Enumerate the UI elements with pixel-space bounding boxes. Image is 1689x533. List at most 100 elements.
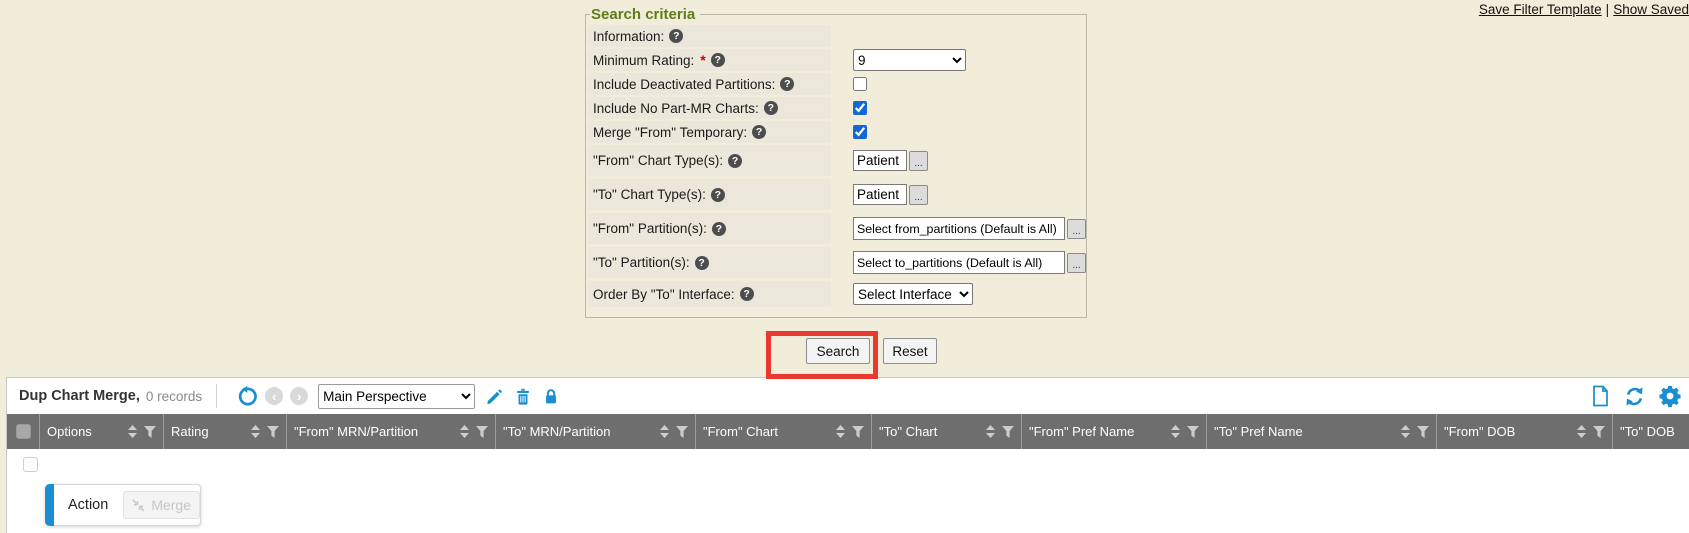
filter-icon[interactable] [1593,426,1605,438]
to-chart-types-label: "To" Chart Type(s): ? [588,179,831,210]
sort-icon[interactable] [986,425,995,438]
filter-icon[interactable] [144,426,156,438]
form-row-from-chart-types: "From" Chart Type(s): ? ... [588,145,1086,176]
field-label-text: "To" Chart Type(s): [593,187,706,202]
save-filter-template-link[interactable]: Save Filter Template [1479,2,1602,17]
show-saved-link[interactable]: Show Saved [1613,2,1689,17]
column-header-to-chart[interactable]: "To" Chart [872,414,1022,449]
include-no-part-mr-charts-label: Include No Part-MR Charts: ? [588,97,831,119]
column-label: "From" DOB [1444,424,1515,439]
help-icon[interactable]: ? [740,287,754,301]
help-icon[interactable]: ? [764,101,778,115]
filter-icon[interactable] [476,426,488,438]
to-chart-types-input[interactable] [853,184,907,205]
column-label: "From" Chart [703,424,778,439]
from-partitions-picker-button[interactable]: ... [1067,219,1086,239]
form-row-information: Information: ? [588,25,1086,47]
column-header-from-pref-name[interactable]: "From" Pref Name [1022,414,1207,449]
merge-icon [132,499,145,512]
form-row-include-no-part-mr-charts: Include No Part-MR Charts: ? [588,97,1086,119]
column-header-from-dob[interactable]: "From" DOB [1437,414,1613,449]
from-chart-types-label: "From" Chart Type(s): ? [588,145,831,176]
order-by-to-interface-select[interactable]: Select Interface [853,283,973,305]
sort-icon[interactable] [1401,425,1410,438]
sort-icon[interactable] [251,425,260,438]
minimum-rating-select[interactable]: 9 [853,49,966,71]
minimum-rating-label: Minimum Rating: * ? [588,49,831,71]
column-header-from-mrn-partition[interactable]: "From" MRN/Partition [287,414,496,449]
from-chart-types-input[interactable] [853,150,907,171]
form-row-minimum-rating: Minimum Rating: * ? 9 [588,49,1086,71]
help-icon[interactable]: ? [780,77,794,91]
select-all-checkbox[interactable] [16,424,31,439]
help-icon[interactable]: ? [711,188,725,202]
previous-page-icon[interactable]: ‹ [265,387,283,405]
column-header-to-pref-name[interactable]: "To" Pref Name [1207,414,1437,449]
filter-icon[interactable] [676,426,688,438]
reset-button[interactable]: Reset [883,338,937,364]
sort-icon[interactable] [1171,425,1180,438]
include-deactivated-partitions-label: Include Deactivated Partitions: ? [588,73,831,95]
refresh-icon[interactable] [1624,386,1645,407]
to-chart-types-picker-button[interactable]: ... [909,185,928,205]
sort-icon[interactable] [1577,425,1586,438]
help-icon[interactable]: ? [695,256,709,270]
search-button[interactable]: Search [806,338,870,364]
column-header-rating[interactable]: Rating [164,414,287,449]
lock-perspective-icon[interactable] [542,387,560,406]
delete-perspective-trash-icon[interactable] [514,387,532,406]
help-icon[interactable]: ? [711,53,725,67]
column-label: Rating [171,424,209,439]
column-header-options[interactable]: Options [40,414,164,449]
sort-icon[interactable] [128,425,137,438]
undo-icon[interactable] [237,386,258,407]
include-no-part-mr-charts-checkbox[interactable] [853,101,867,115]
column-header-from-chart[interactable]: "From" Chart [696,414,872,449]
column-label: "To" Chart [879,424,937,439]
to-partitions-label: "To" Partition(s): ? [588,247,831,278]
sort-icon[interactable] [836,425,845,438]
header-checkbox-cell [7,414,40,449]
filter-icon[interactable] [1002,426,1014,438]
filter-icon[interactable] [1187,426,1199,438]
settings-gear-icon[interactable] [1659,385,1681,407]
field-label-text: Information: [593,29,664,44]
new-document-icon[interactable] [1590,385,1610,407]
row-checkbox[interactable] [23,457,38,472]
field-label-text: "To" Partition(s): [593,255,690,270]
help-icon[interactable]: ? [712,222,726,236]
help-icon[interactable]: ? [752,125,766,139]
merge-from-temporary-checkbox[interactable] [853,125,867,139]
merge-button[interactable]: Merge [123,491,200,519]
filter-icon[interactable] [852,426,864,438]
form-row-from-partitions: "From" Partition(s): ? ... [588,213,1086,244]
perspective-select[interactable]: Main Perspective [318,384,475,409]
action-panel-label: Action [68,497,108,513]
form-row-merge-from-temporary: Merge "From" Temporary: ? [588,121,1086,143]
to-partitions-picker-button[interactable]: ... [1067,253,1086,273]
sort-icon[interactable] [660,425,669,438]
filter-icon[interactable] [1417,426,1429,438]
column-label: "To" DOB [1620,424,1675,439]
information-label: Information: ? [588,25,831,47]
help-icon[interactable]: ? [728,154,742,168]
column-header-to-mrn-partition[interactable]: "To" MRN/Partition [496,414,696,449]
form-row-to-chart-types: "To" Chart Type(s): ? ... [588,179,1086,210]
column-label: "From" MRN/Partition [294,424,418,439]
next-page-icon[interactable]: › [290,387,308,405]
toolbar-divider [216,384,217,408]
help-icon[interactable]: ? [669,29,683,43]
filter-icon[interactable] [267,426,279,438]
dup-chart-merge-grid: Dup Chart Merge, 0 records ‹ › Main Pers… [6,377,1689,533]
from-partitions-input[interactable] [853,217,1065,240]
from-chart-types-picker-button[interactable]: ... [909,151,928,171]
sort-icon[interactable] [460,425,469,438]
edit-perspective-pencil-icon[interactable] [485,387,504,406]
action-panel-accent-bar [45,484,54,526]
column-header-to-dob[interactable]: "To" DOB [1613,414,1689,449]
field-label-text: Merge "From" Temporary: [593,125,747,140]
links-divider: | [1606,2,1610,17]
include-deactivated-partitions-checkbox[interactable] [853,77,867,91]
to-partitions-input[interactable] [853,251,1065,274]
required-marker: * [700,52,705,68]
